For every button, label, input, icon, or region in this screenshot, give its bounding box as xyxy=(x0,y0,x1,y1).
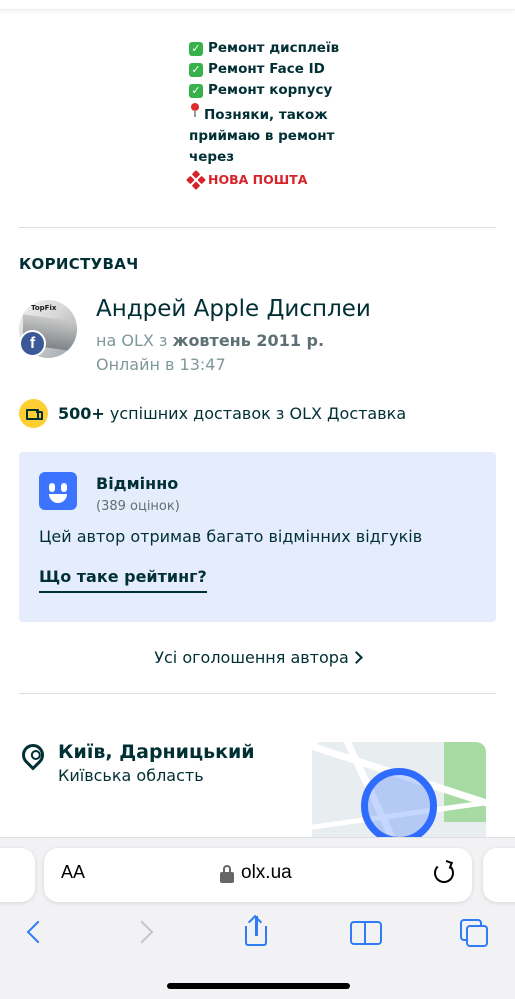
location-pin-icon xyxy=(17,739,49,771)
rating-info-link[interactable]: Що таке рейтинг? xyxy=(39,567,207,593)
location-region: Київська область xyxy=(58,766,204,785)
bookmarks-icon[interactable] xyxy=(348,915,382,949)
description-line: ✓ Ремонт Face ID xyxy=(189,59,349,80)
check-icon: ✓ xyxy=(189,62,203,77)
share-icon[interactable] xyxy=(240,914,274,949)
next-tab-card[interactable] xyxy=(483,848,515,902)
forward-icon[interactable] xyxy=(130,915,164,949)
user-name[interactable]: Андрей Apple Дисплеи xyxy=(96,296,371,322)
chevron-right-icon xyxy=(349,651,363,664)
nova-poshta-icon xyxy=(186,169,206,190)
top-edge xyxy=(0,0,515,10)
divider xyxy=(19,693,496,694)
facebook-icon: f xyxy=(19,330,46,357)
member-since: на OLX з жовтень 2011 р. xyxy=(96,331,325,350)
smile-face-icon xyxy=(39,472,77,510)
check-icon: ✓ xyxy=(189,83,203,98)
back-icon[interactable] xyxy=(20,915,54,949)
rating-card: Відмінно (389 оцінок) Цей автор отримав … xyxy=(19,452,496,622)
rating-title: Відмінно xyxy=(96,474,179,493)
location-note: Позняки, також приймаю в ремонт через xyxy=(189,101,349,168)
rating-description: Цей автор отримав багато відмінних відгу… xyxy=(39,527,423,546)
section-title: КОРИСТУВАЧ xyxy=(19,255,139,273)
page: ✓ Ремонт дисплеїв ✓ Ремонт Face ID ✓ Ремонт… xyxy=(0,0,515,999)
description-line: ✓ Ремонт дисплеїв xyxy=(189,38,349,59)
text-size-button[interactable]: AA xyxy=(61,862,85,883)
home-indicator xyxy=(167,983,350,989)
last-online: Онлайн в 13:47 xyxy=(96,355,226,374)
previous-tab-card[interactable] xyxy=(0,848,35,902)
avatar-logo-text: TopFix xyxy=(31,304,57,312)
ad-description: ✓ Ремонт дисплеїв ✓ Ремонт Face ID ✓ Ремонт… xyxy=(186,38,349,190)
address-bar[interactable]: AA olx.ua xyxy=(44,848,472,902)
pin-icon xyxy=(189,101,201,119)
description-line: ✓ Ремонт корпусу xyxy=(189,80,349,101)
tabs-icon[interactable] xyxy=(456,915,490,949)
map-area-circle xyxy=(361,768,437,844)
lock-icon xyxy=(220,865,234,883)
check-icon: ✓ xyxy=(189,41,203,56)
reload-icon[interactable] xyxy=(434,863,454,883)
divider xyxy=(19,227,496,228)
all-ads-link[interactable]: Усі оголошення автора xyxy=(0,648,515,667)
delivery-info: 500+ успішних доставок з OLX Доставка xyxy=(19,399,406,428)
rating-count: (389 оцінок) xyxy=(96,499,180,514)
address-domain[interactable]: olx.ua xyxy=(241,862,292,884)
truck-icon xyxy=(19,399,48,428)
location-map[interactable] xyxy=(312,742,486,852)
nova-poshta-logo: НОВА ПОШТА xyxy=(186,169,349,190)
location-city: Київ, Дарницький xyxy=(58,741,255,763)
